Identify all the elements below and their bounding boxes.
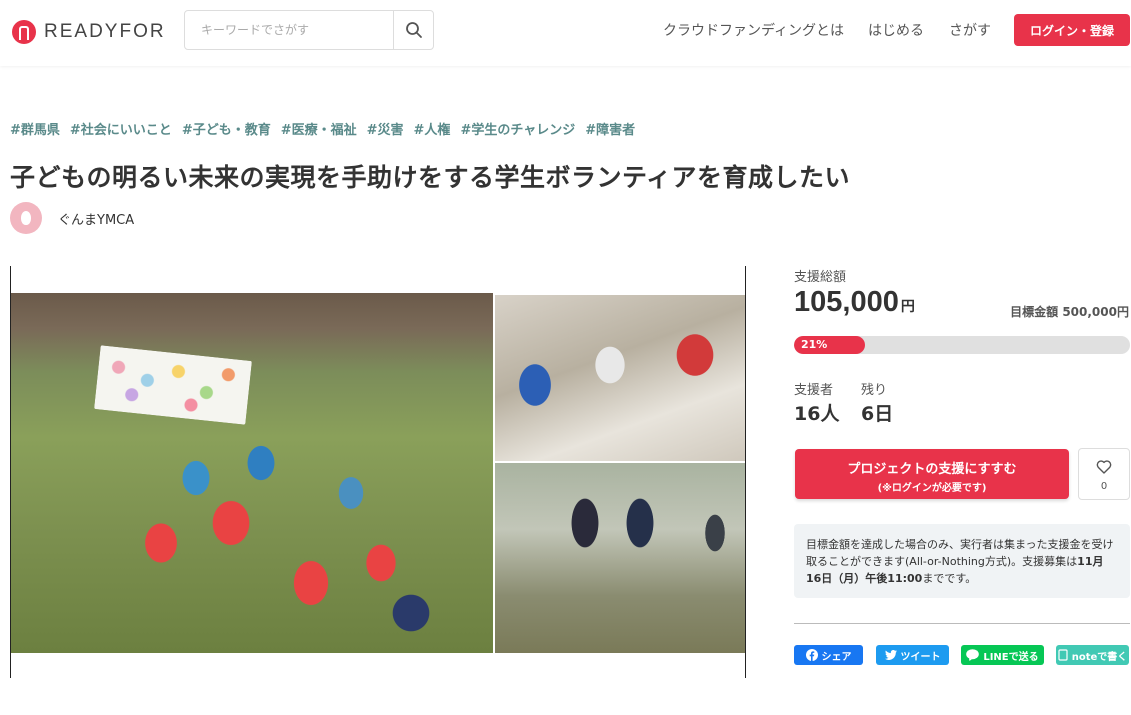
support-project-button[interactable]: プロジェクトの支援にすすむ (※ログインが必要です) (795, 449, 1069, 499)
logo-mark-icon (12, 20, 36, 44)
tag-link[interactable]: #子ども・教育 (182, 119, 271, 138)
line-share-label: LINEで送る (983, 651, 1039, 663)
remaining-value: 6日 (861, 403, 894, 425)
group-photo (11, 293, 493, 653)
progress-fill: 21% (794, 336, 865, 354)
target-value: 500,000円 (1062, 305, 1129, 319)
tag-link[interactable]: #災害 (367, 119, 404, 138)
logo-text: READYFOR (44, 21, 166, 42)
handprint-banner (94, 345, 252, 425)
tag-link[interactable]: #社会にいいこと (70, 119, 172, 138)
note-icon (1058, 649, 1068, 661)
activity-photo-bottom (495, 463, 745, 653)
favorite-count: 0 (1100, 481, 1108, 492)
favorite-button[interactable]: 0 (1078, 448, 1130, 500)
tag-link[interactable]: #人権 (414, 119, 451, 138)
support-button-sublabel: (※ログインが必要です) (877, 483, 987, 494)
total-amount: 105,000 円 (794, 286, 915, 319)
twitter-share-button[interactable]: ツイート (876, 645, 949, 665)
project-owner[interactable]: ぐんまYMCA (10, 202, 134, 234)
facebook-share-label: シェア (821, 651, 852, 663)
notice-text-end: までです。 (922, 572, 977, 585)
note-share-label: noteで書く (1071, 651, 1128, 663)
remaining-label: 残り (861, 383, 888, 398)
tag-link[interactable]: #障害者 (585, 119, 635, 138)
twitter-icon (884, 650, 897, 660)
twitter-share-label: ツイート (900, 651, 941, 663)
progress-bar: 21% (794, 336, 1130, 354)
divider (794, 623, 1130, 624)
tag-link[interactable]: #群馬県 (10, 119, 60, 138)
owner-avatar (10, 202, 42, 234)
facebook-icon (805, 649, 818, 661)
owner-name: ぐんまYMCA (58, 212, 135, 228)
project-main-image (10, 266, 746, 678)
target-amount: 目標金額 500,000円 (1010, 303, 1129, 320)
target-label: 目標金額 (1010, 305, 1059, 319)
project-tags: #群馬県 #社会にいいこと #子ども・教育 #医療・福祉 #災害 #人権 #学生… (10, 119, 635, 138)
line-icon (966, 649, 980, 661)
project-title: 子どもの明るい未来の実現を手助けをする学生ボランティアを育成したい (10, 163, 851, 192)
total-amount-value: 105,000 (794, 286, 899, 318)
search-input[interactable] (185, 11, 393, 49)
search-box (184, 10, 434, 50)
line-share-button[interactable]: LINEで送る (961, 645, 1044, 665)
total-label: 支援総額 (794, 270, 847, 285)
readyfor-logo[interactable]: READYFOR (12, 18, 166, 46)
all-or-nothing-notice: 目標金額を達成した場合のみ、実行者は集まった支援金を受け取ることができます(Al… (794, 524, 1130, 598)
tag-link[interactable]: #医療・福祉 (281, 119, 357, 138)
supporters-label: 支援者 (794, 383, 834, 398)
nav-explore[interactable]: さがす (949, 20, 991, 40)
nav-start[interactable]: はじめる (868, 20, 924, 40)
site-header: READYFOR クラウドファンディングとは はじめる さがす ログイン・登録 (0, 0, 1131, 66)
search-icon (405, 22, 422, 38)
note-share-button[interactable]: noteで書く (1056, 645, 1129, 665)
login-register-button[interactable]: ログイン・登録 (1014, 14, 1130, 46)
total-amount-unit: 円 (900, 299, 915, 315)
notice-text: 目標金額を達成した場合のみ、実行者は集まった支援金を受け取ることができます(Al… (806, 538, 1114, 568)
search-button[interactable] (393, 11, 433, 49)
supporters-value: 16人 (794, 403, 840, 425)
facebook-share-button[interactable]: シェア (794, 645, 863, 665)
nav-about-crowdfunding[interactable]: クラウドファンディングとは (663, 20, 844, 40)
tag-link[interactable]: #学生のチャレンジ (460, 119, 575, 138)
activity-photo-top (495, 295, 745, 461)
heart-icon (1096, 460, 1112, 474)
support-button-label: プロジェクトの支援にすすむ (847, 462, 1017, 477)
